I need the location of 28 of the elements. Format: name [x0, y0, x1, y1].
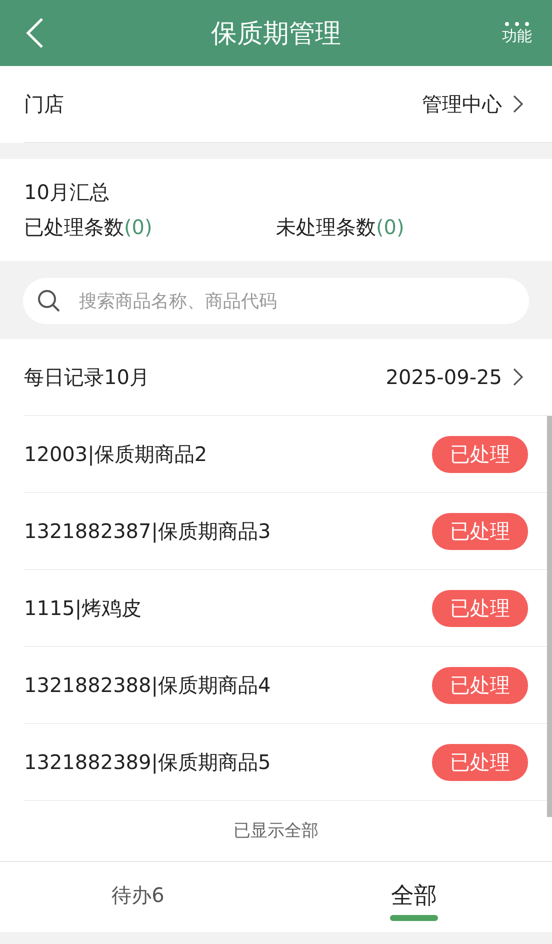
status-badge: 已处理	[432, 436, 528, 472]
chevron-right-icon	[512, 94, 524, 114]
status-badge: 已处理	[432, 744, 528, 780]
chevron-right-icon	[512, 367, 524, 387]
summary-title: 10月汇总	[24, 179, 110, 206]
search-icon	[37, 289, 61, 313]
count-text: 已处理条数(0)	[24, 214, 154, 241]
tab[interactable]: 全部	[276, 862, 552, 932]
more-icon	[504, 20, 530, 26]
date-selector[interactable]: 2025-09-25	[386, 365, 524, 389]
store-label: 门店	[24, 90, 65, 118]
status-badge: 已处理	[432, 590, 528, 626]
product-name[interactable]: 1321882389|保质期商品5	[24, 748, 432, 776]
product-name[interactable]: 1321882387|保质期商品3	[24, 518, 432, 544]
count-text: 未处理条数(0)	[276, 214, 406, 241]
product-name[interactable]: 1321882388|保质期商品4	[24, 672, 432, 698]
page-title: 保质期管理	[210, 18, 342, 50]
status-badge: 已处理	[432, 666, 528, 704]
store-selector[interactable]: 管理中心	[422, 90, 524, 118]
search-field[interactable]: 搜索商品名称、商品代码	[23, 278, 529, 324]
list-end-text: 已显示全部	[232, 820, 320, 843]
product-name[interactable]: 12003|保质期商品2	[24, 440, 432, 468]
records-title: 每日记录10月	[24, 364, 150, 390]
status-badge: 已处理	[432, 512, 528, 550]
tab[interactable]: 待办6	[0, 862, 276, 932]
back-icon	[25, 17, 45, 49]
menu-button[interactable]: 功能	[482, 20, 552, 46]
product-name[interactable]: 1115|烤鸡皮	[24, 594, 432, 622]
